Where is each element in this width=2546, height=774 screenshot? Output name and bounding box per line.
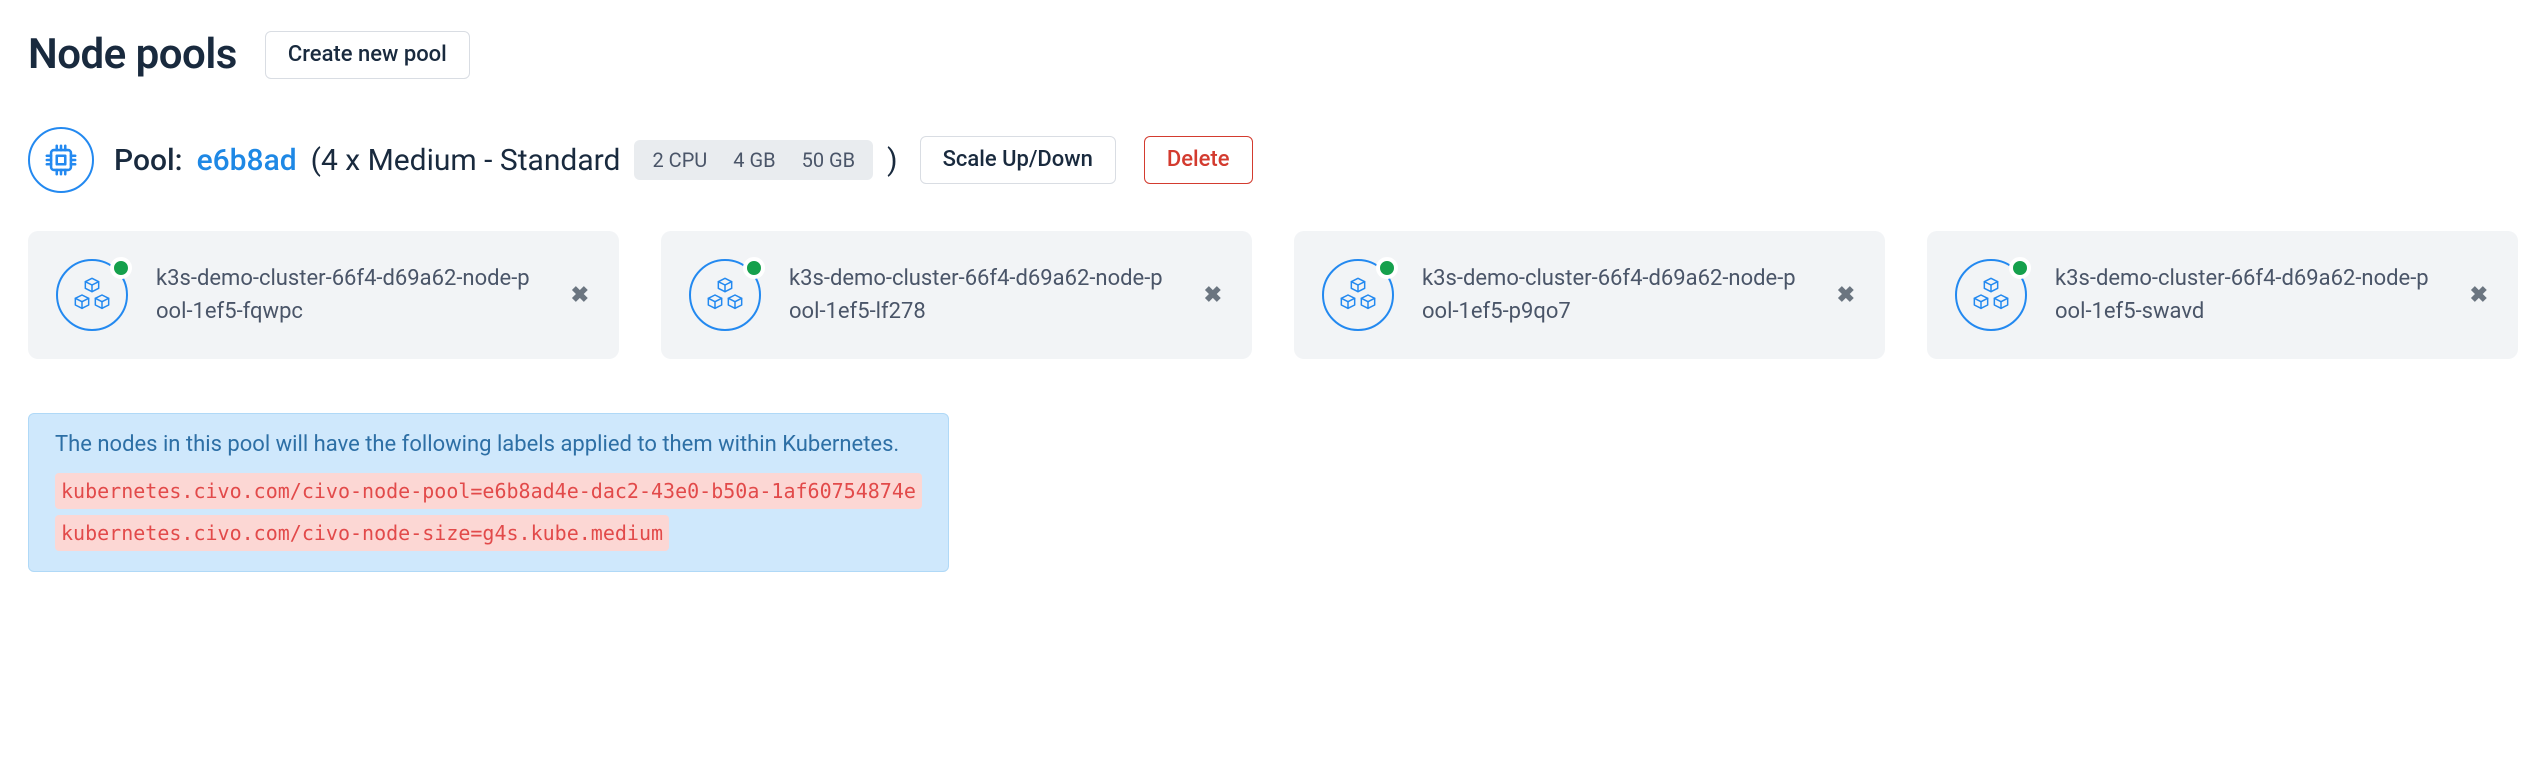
pool-id-link[interactable]: e6b8ad bbox=[197, 143, 297, 178]
node-name: k3s-demo-cluster-66f4-d69a62-node-pool-1… bbox=[156, 262, 537, 328]
status-dot-icon bbox=[2009, 257, 2031, 279]
remove-node-button[interactable]: ✖ bbox=[1198, 277, 1228, 314]
pool-header: Pool: e6b8ad (4 x Medium - Standard 2 CP… bbox=[28, 127, 2518, 193]
spec-cpu: 2 CPU bbox=[640, 144, 719, 176]
pool-prefix: Pool: bbox=[114, 143, 183, 178]
spec-disk: 50 GB bbox=[790, 144, 868, 176]
node-card: k3s-demo-cluster-66f4-d69a62-node-pool-1… bbox=[28, 231, 619, 359]
cpu-icon bbox=[28, 127, 94, 193]
remove-node-button[interactable]: ✖ bbox=[1831, 277, 1861, 314]
remove-node-button[interactable]: ✖ bbox=[2464, 277, 2494, 314]
k8s-label: kubernetes.civo.com/civo-node-pool=e6b8a… bbox=[55, 473, 922, 509]
status-dot-icon bbox=[1376, 257, 1398, 279]
node-card: k3s-demo-cluster-66f4-d69a62-node-pool-1… bbox=[1927, 231, 2518, 359]
remove-node-button[interactable]: ✖ bbox=[565, 277, 595, 314]
k8s-label: kubernetes.civo.com/civo-node-size=g4s.k… bbox=[55, 515, 669, 551]
page-title: Node pools bbox=[28, 30, 237, 79]
labels-info-box: The nodes in this pool will have the fol… bbox=[28, 413, 949, 572]
pool-desc: (4 x Medium - Standard bbox=[311, 143, 621, 178]
node-name: k3s-demo-cluster-66f4-d69a62-node-pool-1… bbox=[1422, 262, 1803, 328]
pool-specs: 2 CPU 4 GB 50 GB bbox=[634, 140, 873, 180]
info-message: The nodes in this pool will have the fol… bbox=[55, 432, 922, 457]
create-pool-button[interactable]: Create new pool bbox=[265, 31, 470, 79]
node-card: k3s-demo-cluster-66f4-d69a62-node-pool-1… bbox=[661, 231, 1252, 359]
node-name: k3s-demo-cluster-66f4-d69a62-node-pool-1… bbox=[789, 262, 1170, 328]
node-card: k3s-demo-cluster-66f4-d69a62-node-pool-1… bbox=[1294, 231, 1885, 359]
scale-button[interactable]: Scale Up/Down bbox=[920, 136, 1116, 184]
nodes-grid: k3s-demo-cluster-66f4-d69a62-node-pool-1… bbox=[28, 231, 2518, 359]
node-name: k3s-demo-cluster-66f4-d69a62-node-pool-1… bbox=[2055, 262, 2436, 328]
pool-desc-close: ) bbox=[887, 143, 897, 178]
status-dot-icon bbox=[110, 257, 132, 279]
delete-button[interactable]: Delete bbox=[1144, 136, 1253, 184]
status-dot-icon bbox=[743, 257, 765, 279]
spec-ram: 4 GB bbox=[721, 144, 787, 176]
